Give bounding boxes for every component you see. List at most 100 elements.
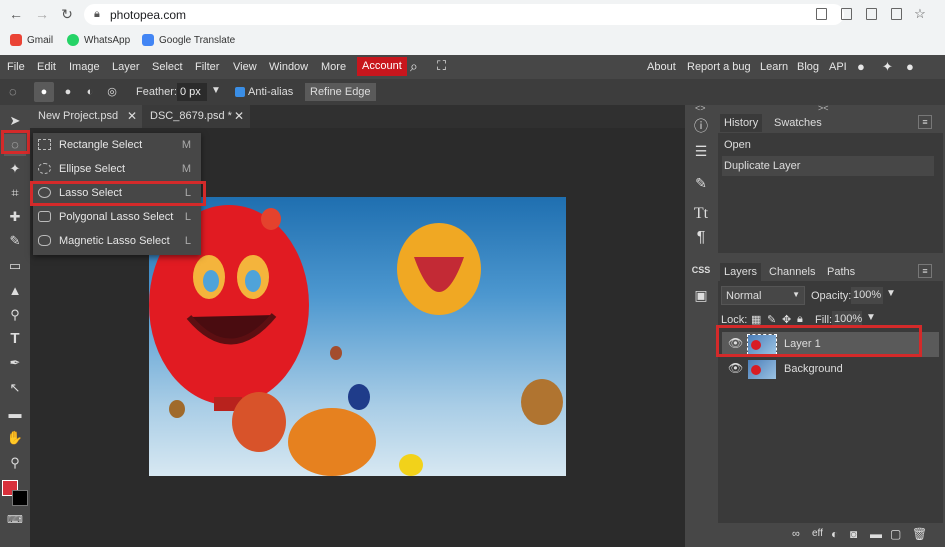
- account-button[interactable]: Account: [357, 57, 407, 76]
- share-icon[interactable]: [891, 8, 902, 20]
- layer-row-background[interactable]: 👁︎ Background: [722, 357, 939, 382]
- close-icon[interactable]: ✕: [234, 109, 244, 123]
- menu-item-magnetic-lasso-select[interactable]: Magnetic Lasso Select L: [33, 229, 201, 253]
- bookmark-google-translate[interactable]: Google Translate: [142, 34, 235, 46]
- facebook-icon[interactable]: ●: [906, 59, 914, 74]
- expand-icon[interactable]: ><: [818, 103, 829, 113]
- shape-icon[interactable]: ▬: [4, 403, 26, 425]
- star-icon[interactable]: ☆: [912, 6, 928, 22]
- tab-channels[interactable]: Channels: [765, 263, 819, 281]
- link-icon[interactable]: ∞: [792, 528, 800, 540]
- path-select-icon[interactable]: ↖: [4, 377, 26, 399]
- fullscreen-icon[interactable]: ⛶: [437, 58, 446, 74]
- bookmark-label: WhatsApp: [84, 34, 131, 46]
- eraser-icon[interactable]: ▭: [4, 255, 26, 277]
- menu-filter[interactable]: Filter: [195, 61, 219, 73]
- new-selection-icon[interactable]: ●: [34, 82, 54, 102]
- back-icon[interactable]: ←: [8, 6, 24, 22]
- mask-icon[interactable]: ◙: [850, 527, 857, 541]
- save-icon[interactable]: [816, 8, 827, 20]
- pen-icon[interactable]: ✒: [4, 352, 26, 374]
- info-icon[interactable]: ⓘ: [690, 115, 712, 137]
- subtract-selection-icon[interactable]: ◐: [80, 82, 100, 102]
- reddit-icon[interactable]: ●: [857, 59, 865, 74]
- history-item[interactable]: Open: [722, 135, 934, 155]
- menu-edit[interactable]: Edit: [37, 61, 56, 73]
- zoom-icon[interactable]: ⚲: [4, 452, 26, 474]
- page-icon[interactable]: [866, 8, 877, 20]
- intersect-selection-icon[interactable]: ◎: [102, 82, 122, 102]
- magnetic-lasso-icon: [38, 235, 51, 246]
- tab-dsc-8679[interactable]: DSC_8679.psd * ✕: [142, 105, 250, 128]
- menu-layer[interactable]: Layer: [112, 61, 140, 73]
- download-icon[interactable]: [841, 8, 852, 20]
- reload-icon[interactable]: ↻: [59, 6, 75, 23]
- properties-icon[interactable]: ☰: [690, 140, 712, 162]
- new-layer-icon[interactable]: ▢: [890, 527, 901, 541]
- menu-file[interactable]: File: [7, 61, 25, 73]
- menu-more[interactable]: More: [321, 61, 346, 73]
- fill-dropdown-icon[interactable]: ▼: [866, 312, 876, 323]
- adjustment-icon[interactable]: ◐: [831, 527, 838, 541]
- delete-icon[interactable]: 🗑︎: [912, 527, 927, 541]
- paragraph-icon[interactable]: ¶: [690, 227, 712, 249]
- keyboard-icon[interactable]: ⌨: [4, 509, 26, 531]
- blend-mode-select[interactable]: Normal ▼: [721, 286, 805, 305]
- menu-item-rectangle-select[interactable]: Rectangle Select M: [33, 133, 201, 157]
- tab-swatches[interactable]: Swatches: [770, 114, 826, 132]
- folder-icon[interactable]: ▬: [870, 527, 882, 541]
- visibility-eye-icon[interactable]: 👁︎: [728, 361, 743, 375]
- menu-view[interactable]: View: [233, 61, 257, 73]
- bookmark-gmail[interactable]: Gmail: [10, 34, 53, 46]
- forward-icon[interactable]: →: [34, 6, 50, 22]
- address-bar[interactable]: 🔒︎ photopea.com: [84, 4, 844, 25]
- character-icon[interactable]: Tt: [690, 203, 712, 225]
- menu-blog[interactable]: Blog: [797, 61, 819, 73]
- add-selection-icon[interactable]: ●: [58, 82, 78, 102]
- tab-history[interactable]: History: [720, 114, 763, 132]
- menu-about[interactable]: About: [647, 61, 676, 73]
- opacity-input[interactable]: 100%: [851, 287, 883, 304]
- antialias-checkbox[interactable]: [235, 86, 245, 98]
- translate-icon: [142, 34, 154, 46]
- bookmark-whatsapp[interactable]: WhatsApp: [67, 34, 130, 46]
- bucket-icon[interactable]: ▲: [4, 280, 26, 302]
- refine-edge-button[interactable]: Refine Edge: [305, 83, 376, 101]
- document-canvas[interactable]: [149, 197, 566, 476]
- menu-window[interactable]: Window: [269, 61, 308, 73]
- tab-layers[interactable]: Layers: [720, 263, 762, 281]
- crop-icon[interactable]: ⌗: [4, 182, 26, 204]
- healing-icon[interactable]: ✚: [4, 206, 26, 228]
- tab-paths[interactable]: Paths: [823, 263, 859, 281]
- tab-new-project[interactable]: New Project.psd ✕: [30, 105, 142, 128]
- panel-menu-icon[interactable]: ≡: [918, 264, 932, 278]
- image-icon[interactable]: ▣: [690, 284, 712, 306]
- twitter-icon[interactable]: ✦: [882, 59, 893, 75]
- history-item[interactable]: Duplicate Layer: [722, 156, 934, 176]
- dodge-icon[interactable]: ⚲: [4, 304, 26, 326]
- menu-image[interactable]: Image: [69, 61, 100, 73]
- brush-icon[interactable]: ✎: [4, 230, 26, 252]
- magic-wand-icon[interactable]: ✦: [4, 158, 26, 180]
- menu-learn[interactable]: Learn: [760, 61, 788, 73]
- feather-input[interactable]: 0 px: [177, 83, 207, 101]
- menu-report-bug[interactable]: Report a bug: [687, 61, 751, 73]
- menu-select[interactable]: Select: [152, 61, 183, 73]
- menu-api[interactable]: API: [829, 61, 847, 73]
- close-icon[interactable]: ✕: [127, 109, 137, 123]
- layer-1-highlight: [716, 325, 922, 357]
- move-tool-icon[interactable]: ➤: [4, 110, 26, 132]
- brush-settings-icon[interactable]: ✎: [690, 172, 712, 194]
- feather-dropdown-icon[interactable]: ▼: [211, 85, 221, 96]
- collapse-icon[interactable]: <>: [695, 103, 706, 113]
- menu-item-ellipse-select[interactable]: Ellipse Select M: [33, 157, 201, 181]
- opacity-dropdown-icon[interactable]: ▼: [886, 288, 896, 299]
- search-icon[interactable]: ⌕: [410, 58, 418, 75]
- hand-icon[interactable]: ✋: [4, 427, 26, 449]
- background-color-swatch[interactable]: [12, 490, 28, 506]
- panel-menu-icon[interactable]: ≡: [918, 115, 932, 129]
- effects-icon[interactable]: eff: [812, 528, 823, 539]
- css-icon[interactable]: CSS: [690, 259, 712, 281]
- menu-item-polygonal-lasso-select[interactable]: Polygonal Lasso Select L: [33, 205, 201, 229]
- text-tool-icon[interactable]: T: [4, 328, 26, 350]
